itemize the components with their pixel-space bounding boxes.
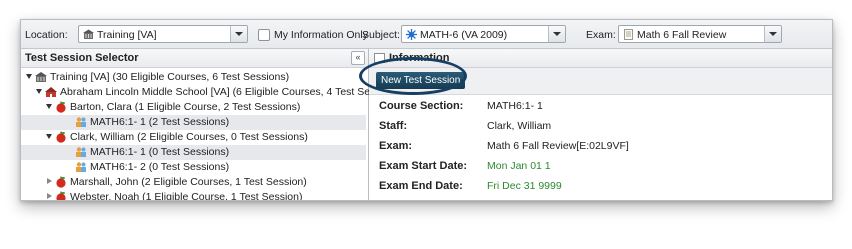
apple-icon <box>56 176 66 188</box>
tree-node-class[interactable]: MATH6:1- 2 (0 Test Sessions) <box>21 160 366 175</box>
staff-value: Clark, William <box>487 120 552 132</box>
my-info-label: My Information Only <box>274 29 368 41</box>
exam-label: Exam: <box>586 29 616 41</box>
information-tab-header: Information <box>369 49 832 68</box>
tree-node-label: Barton, Clara (1 Eligible Course, 2 Test… <box>70 101 301 113</box>
tree-node-teacher[interactable]: Clark, William (2 Eligible Courses, 0 Te… <box>23 130 363 145</box>
building-icon <box>35 72 47 82</box>
class-icon <box>76 117 86 127</box>
panel-title: Test Session Selector <box>25 52 139 64</box>
new-test-session-button[interactable]: New Test Session <box>376 72 466 89</box>
school-icon <box>45 87 57 97</box>
location-label: Location: <box>25 29 68 41</box>
tree-node-label: Clark, William (2 Eligible Courses, 0 Te… <box>70 131 308 143</box>
test-session-selector-panel: Test Session Selector « Training [VA] (3… <box>21 49 403 201</box>
exam-start-date-label: Exam Start Date: <box>379 160 468 172</box>
chevron-down-icon[interactable] <box>764 26 781 42</box>
chevron-down-icon[interactable] <box>230 26 247 42</box>
expand-arrow-icon[interactable] <box>46 104 52 109</box>
subject-value: MATH-6 (VA 2009) <box>420 29 508 41</box>
subject-select[interactable]: MATH-6 (VA 2009) <box>401 25 566 43</box>
my-info-checkbox[interactable] <box>258 29 270 41</box>
information-tab-title: Information <box>389 52 450 64</box>
filter-bar: Location: Training [VA] My Information O… <box>21 20 832 49</box>
apple-icon <box>56 191 66 200</box>
apple-icon <box>56 101 66 113</box>
exam-start-date-value: Mon Jan 01 1 <box>487 160 551 172</box>
class-icon <box>76 147 86 157</box>
tree-node-label: MATH6:1- 1 (0 Test Sessions) <box>90 146 230 158</box>
collapse-panel-icon[interactable]: « <box>351 51 365 65</box>
chevron-down-icon[interactable] <box>548 26 565 42</box>
exam-value: Math 6 Fall Review <box>637 29 727 41</box>
tree-node-label: MATH6:1- 2 (0 Test Sessions) <box>90 161 230 173</box>
information-panel: Information New Test Session Course Sect… <box>369 49 832 200</box>
tree-node-district[interactable]: Training [VA] (30 Eligible Courses, 6 Te… <box>23 70 363 85</box>
tree-node-school[interactable]: Abraham Lincoln Middle School [VA] (6 El… <box>23 85 403 100</box>
location-select[interactable]: Training [VA] <box>78 25 248 43</box>
expand-arrow-icon[interactable] <box>36 89 42 94</box>
info-icon <box>374 53 385 63</box>
tree-node-label: Webster, Noah (1 Eligible Course, 1 Test… <box>70 191 303 201</box>
information-toolbar: New Test Session <box>369 68 832 95</box>
expand-arrow-icon[interactable] <box>26 74 32 79</box>
staff-label: Staff: <box>379 120 408 132</box>
panel-header: Test Session Selector « <box>21 49 368 68</box>
exam-select[interactable]: Math 6 Fall Review <box>618 25 782 43</box>
test-session-window: Location: Training [VA] My Information O… <box>20 19 833 201</box>
building-icon <box>83 29 94 39</box>
location-value: Training [VA] <box>97 29 157 41</box>
subject-label: Subject: <box>362 29 400 41</box>
star-burst-icon <box>406 29 417 40</box>
exam-detail-value: Math 6 Fall Review[E:02L9VF] <box>487 140 629 152</box>
tree-node-teacher[interactable]: Webster, Noah (1 Eligible Course, 1 Test… <box>23 190 363 201</box>
course-section-label: Course Section: <box>379 100 464 112</box>
tree-node-teacher[interactable]: Barton, Clara (1 Eligible Course, 2 Test… <box>23 100 363 115</box>
expand-arrow-icon[interactable] <box>47 178 52 184</box>
apple-icon <box>56 131 66 143</box>
tree-node-label: MATH6:1- 1 (2 Test Sessions) <box>90 116 230 128</box>
tree-node-class[interactable]: MATH6:1- 1 (2 Test Sessions) <box>21 115 366 130</box>
expand-arrow-icon[interactable] <box>46 134 52 139</box>
exam-end-date-label: Exam End Date: <box>379 180 463 192</box>
expand-arrow-icon[interactable] <box>47 193 52 199</box>
tree-node-label: Abraham Lincoln Middle School [VA] (6 El… <box>60 86 404 98</box>
exam-end-date-value: Fri Dec 31 9999 <box>487 180 562 192</box>
class-icon <box>76 162 86 172</box>
document-icon <box>624 29 633 40</box>
course-section-value: MATH6:1- 1 <box>487 100 543 112</box>
tree-node-class[interactable]: MATH6:1- 1 (0 Test Sessions) <box>21 145 366 160</box>
tree-node-label: Training [VA] (30 Eligible Courses, 6 Te… <box>50 71 290 83</box>
tree-node-teacher[interactable]: Marshall, John (2 Eligible Courses, 1 Te… <box>23 175 363 190</box>
exam-detail-label: Exam: <box>379 140 413 152</box>
tree-node-label: Marshall, John (2 Eligible Courses, 1 Te… <box>70 176 307 188</box>
